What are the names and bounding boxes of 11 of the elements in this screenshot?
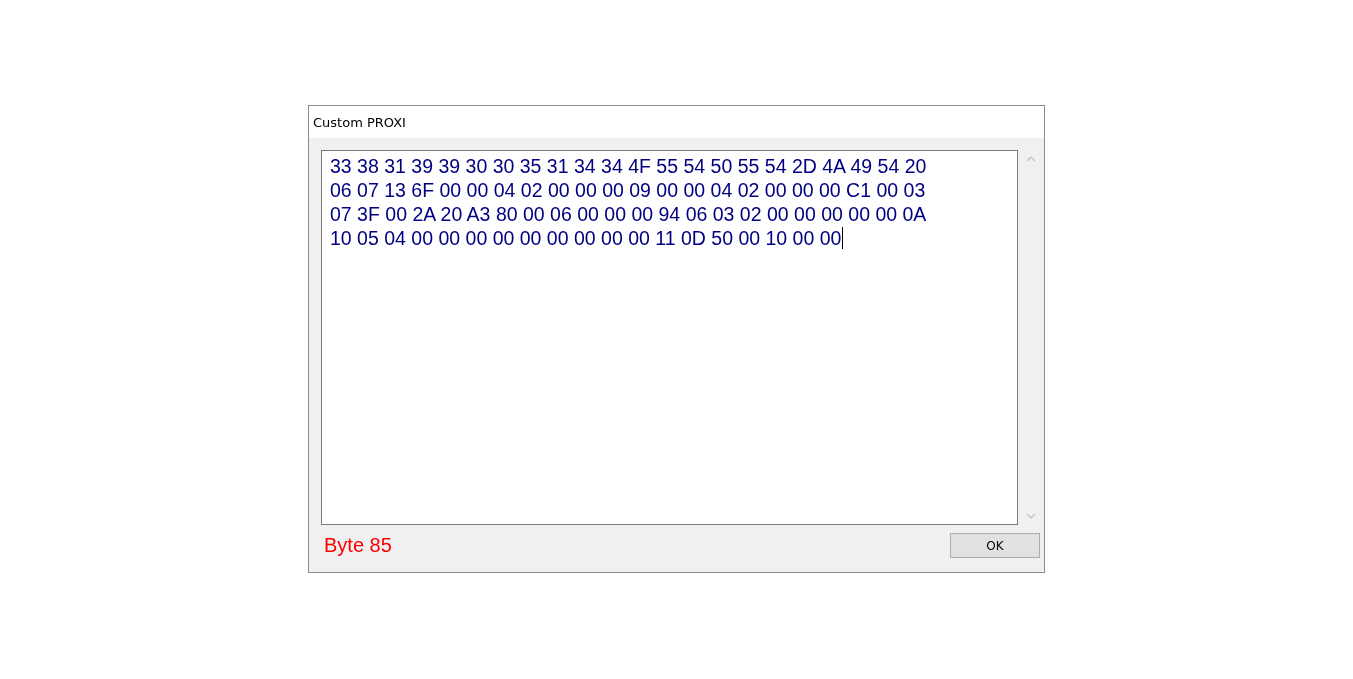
hex-line: 07 3F 00 2A 20 A3 80 00 06 00 00 00 94 06 03 02 00 00 00 00 00 0A	[330, 202, 927, 226]
scroll-down-icon[interactable]	[1026, 513, 1036, 519]
ok-button[interactable]: OK	[950, 533, 1040, 558]
hex-line: 33 38 31 39 39 30 30 35 31 34 34 4F 55 54 50 55 54 2D 4A 49 54 20	[330, 154, 927, 178]
hex-line: 10 05 04 00 00 00 00 00 00 00 00 00 11 0D 50 00 10 00 00	[330, 226, 842, 250]
hex-line: 06 07 13 6F 00 00 04 02 00 00 00 09 00 00 04 02 00 00 00 C1 00 03	[330, 178, 926, 202]
scroll-up-icon[interactable]	[1026, 156, 1036, 162]
window-title: Custom PROXI	[313, 114, 406, 130]
text-cursor	[842, 227, 844, 249]
hex-text-field[interactable]	[321, 150, 1019, 525]
byte-count-label: Byte 85	[324, 534, 392, 557]
